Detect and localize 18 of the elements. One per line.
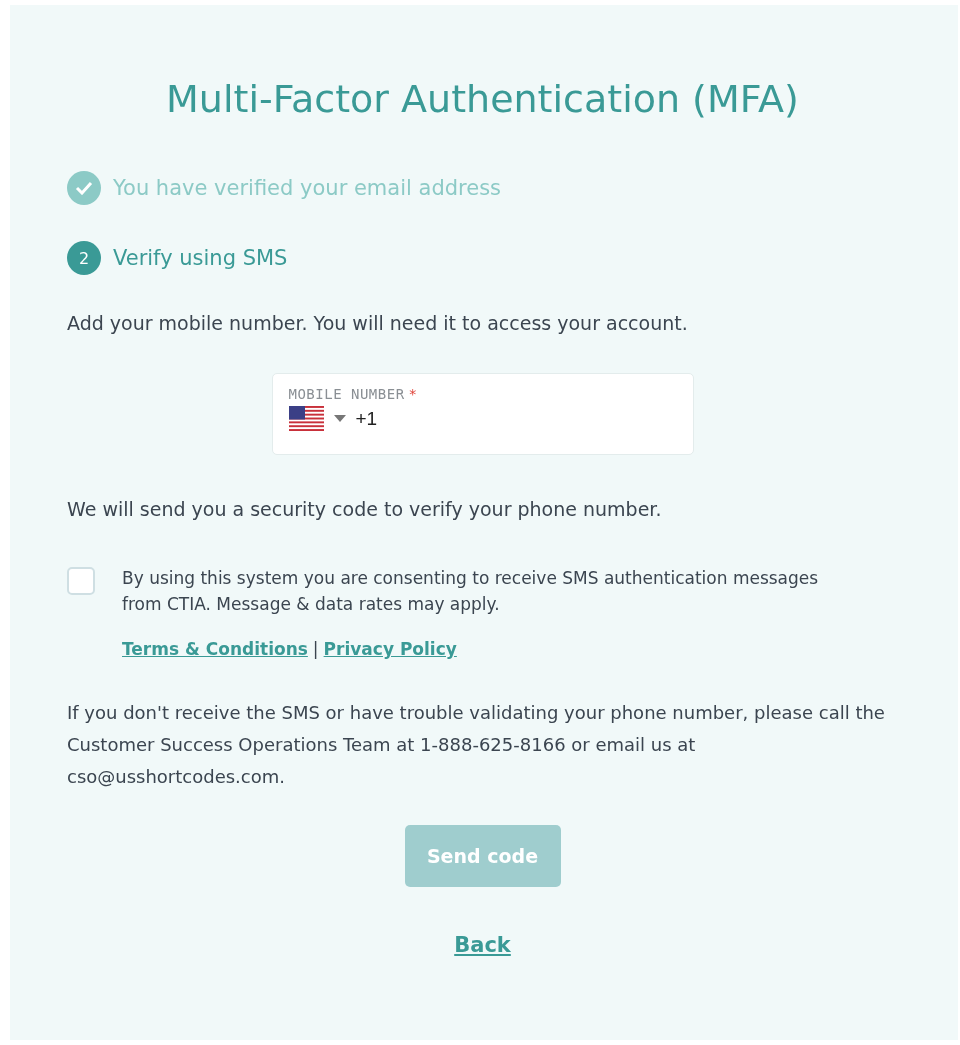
step-label: You have verified your email address <box>113 176 502 200</box>
flag-icon[interactable] <box>288 406 324 431</box>
instruction-text: Add your mobile number. You will need it to access your account. <box>67 311 689 336</box>
check-icon <box>67 171 101 205</box>
mobile-number-field[interactable]: MOBILE NUMBER * +1 <box>271 373 694 455</box>
terms-link[interactable]: Terms & Conditions <box>122 639 308 659</box>
link-separator: | <box>312 639 319 659</box>
step-label: Verify using SMS <box>113 246 288 270</box>
info-text: We will send you a security code to verify your phone number. <box>67 497 663 522</box>
help-text: If you don't receive the SMS or have trouble validating your phone number, please call the Customer Success Operations Team at 1-888-625-8166 or email us at cso@usshortcodes.com. <box>67 701 886 789</box>
dropdown-caret-icon[interactable] <box>333 415 346 422</box>
step-number: 2 <box>67 241 101 275</box>
consent-text: By using this system you are consenting to receive SMS authentication messages from CTIA. Message & data rates may apply. <box>122 567 820 616</box>
field-label: MOBILE NUMBER * <box>288 386 419 402</box>
privacy-link[interactable]: Privacy Policy <box>323 639 457 659</box>
consent-checkbox[interactable] <box>67 567 95 595</box>
page-title: Multi-Factor Authentication (MFA) <box>165 77 800 121</box>
back-link[interactable]: Back <box>454 933 511 957</box>
